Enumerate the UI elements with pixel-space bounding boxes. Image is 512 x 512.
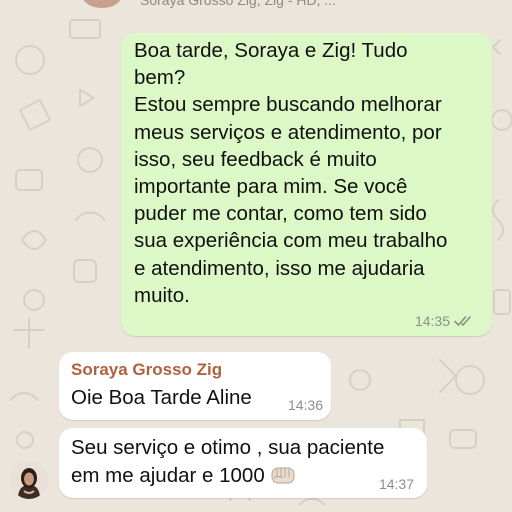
message-time: 14:36 (287, 397, 323, 413)
chat-header[interactable]: Soraya Grosso Zig, Zig - HD, ... (0, 0, 512, 10)
message-time: 14:35 (414, 313, 450, 329)
outgoing-message-bubble[interactable]: Boa tarde, Soraya e Zig! Tudo bem? Estou… (121, 33, 492, 336)
header-avatar[interactable] (82, 0, 122, 8)
avatar-photo (10, 461, 48, 499)
message-meta: 14:35 (415, 313, 476, 329)
double-check-icon (454, 316, 471, 326)
sender-name[interactable]: Soraya Grosso Zig (71, 360, 222, 380)
sender-avatar[interactable] (10, 461, 48, 499)
message-text: Boa tarde, Soraya e Zig! Tudo bem? Estou… (134, 39, 448, 307)
message-text: Seu serviço e otimo , sua paciente em me… (71, 436, 385, 487)
message-text-container: Seu serviço e otimo , sua paciente em me… (71, 434, 416, 490)
fist-emoji-icon (271, 467, 295, 484)
message-text: Oie Boa Tarde Aline (71, 386, 252, 409)
chat-title[interactable]: Soraya Grosso Zig, Zig - HD, ... (140, 0, 336, 8)
incoming-message-bubble[interactable]: Seu serviço e otimo , sua paciente em me… (59, 428, 427, 498)
message-time: 14:37 (378, 476, 414, 492)
incoming-message-bubble[interactable]: Soraya Grosso Zig Oie Boa Tarde Aline 14… (59, 352, 331, 420)
